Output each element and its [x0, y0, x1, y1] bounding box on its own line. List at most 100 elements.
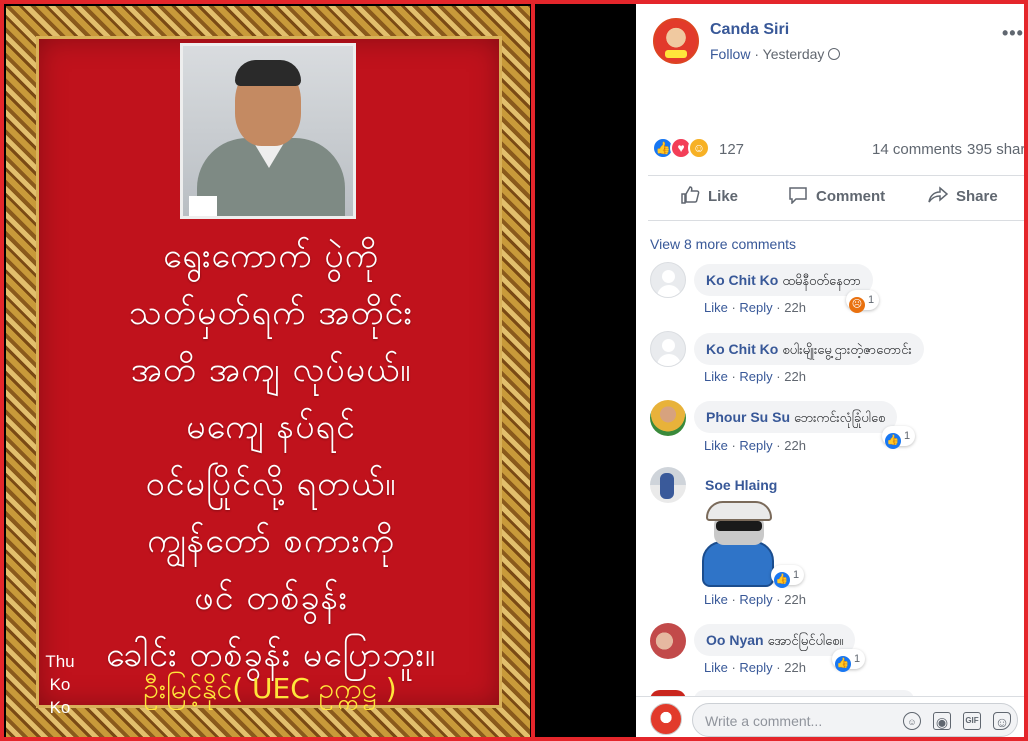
comment-reaction-badge[interactable]: 👍 1	[771, 565, 805, 588]
comment-time[interactable]: 22h	[784, 369, 806, 384]
comment-time[interactable]: 22h	[784, 592, 806, 607]
comment-sep: ·	[772, 660, 785, 675]
comment-like-link[interactable]: Like	[704, 660, 728, 675]
commenter-name[interactable]: Phour Su Su	[706, 409, 790, 425]
poster-image: ရွေးကောက် ပွဲကို သတ်မှတ်ရက် အတိုင်း အတိ …	[6, 6, 530, 740]
comment-bubble: Phour Su Su ဘေးကင်းလုံခြုံပါစေ	[694, 401, 898, 433]
comment-like-link[interactable]: Like	[704, 300, 728, 315]
comment-time[interactable]: 22h	[784, 660, 806, 675]
comment-time[interactable]: 22h	[784, 438, 806, 453]
comment-reaction-badge[interactable]: 👍 1	[882, 426, 916, 449]
commenter-name[interactable]: Soe Hlaing	[705, 477, 777, 493]
comment-reaction-count: 1	[793, 569, 800, 581]
comment-actions: Like · Reply · 22h	[704, 660, 806, 675]
camera-icon[interactable]: ◉	[933, 712, 951, 730]
poem-line: ကျွန်တော် စကားကို	[147, 521, 395, 561]
comment-reaction-badge[interactable]: 👍 1	[832, 649, 866, 672]
more-icon[interactable]: •••	[1002, 23, 1024, 44]
credit-line: Thu	[45, 652, 75, 671]
composer-placeholder: Write a comment...	[705, 713, 823, 729]
comment-actions: Like · Reply · 22h	[704, 300, 806, 315]
comment-reaction-count: 1	[904, 430, 911, 442]
write-comment-input[interactable]: Write a comment... ☺ ◉ GIF ☺	[692, 703, 1018, 737]
comment-reply-link[interactable]: Reply	[739, 300, 772, 315]
meta-separator: ·	[750, 46, 763, 62]
poem-line: ဝင်မပြိုင်လို့ ရတယ်။	[145, 464, 397, 504]
comment-bubble: Ko Chit Ko စပါးမျိုးမွေ့ဌားတဲ့ဇာတောင်း	[694, 333, 924, 365]
comment-time[interactable]: 22h	[784, 300, 806, 315]
sticker-image[interactable]	[696, 501, 778, 587]
commenter-avatar[interactable]	[650, 331, 686, 367]
comment-sep: ·	[727, 660, 740, 675]
comment-like-link[interactable]: Like	[704, 438, 728, 453]
comments-count[interactable]: 14 comments	[872, 141, 962, 158]
comment-actions: Like · Reply · 22h	[704, 592, 806, 607]
comment-button[interactable]: Comment	[788, 186, 885, 205]
sticker-jacket	[702, 541, 774, 587]
comment-reply-link[interactable]: Reply	[739, 369, 772, 384]
thumbs-up-icon	[681, 186, 700, 204]
comments-section: View 8 more comments Ko Chit Ko ထမိနီဝတ်န…	[636, 222, 1024, 700]
post-actions: Like Comment Share	[648, 175, 1024, 221]
shares-count[interactable]: 395 shares	[967, 141, 1024, 158]
like-reaction-icon: 👍	[885, 433, 901, 449]
commenter-avatar[interactable]	[650, 400, 686, 436]
my-avatar	[650, 703, 682, 735]
comment-like-link[interactable]: Like	[704, 369, 728, 384]
comment-bubble: Ko Chit Ko ထမိနီဝတ်နေတာ	[694, 264, 873, 296]
credit-line: Ko	[49, 698, 71, 717]
follow-link[interactable]: Follow	[710, 46, 750, 62]
comment-text: စပါးမျိုးမွေ့ဌားတဲ့ဇာတောင်း	[782, 343, 912, 358]
comment-label: Comment	[816, 188, 886, 205]
page-avatar[interactable]	[653, 18, 699, 64]
angry-reaction-icon: ☹	[849, 297, 865, 313]
comment-actions: Like · Reply · 22h	[704, 369, 806, 384]
commenter-avatar[interactable]	[650, 467, 686, 503]
commenter-name[interactable]: Ko Chit Ko	[706, 272, 778, 288]
credit-line: Ko	[49, 675, 71, 694]
reactions-summary[interactable]: 👍 ♥ ☺ 127 14 comments 395 shares	[652, 137, 1024, 161]
poem-line: အတိ အကျ လုပ်မယ်။	[130, 350, 412, 390]
commenter-name[interactable]: Ko Chit Ko	[706, 341, 778, 357]
poem-line: ရွေးကောက် ပွဲကို	[163, 236, 379, 276]
poster-signature: ဦးမြင့်နိုင်( UEC ဥက္ကဋ္ဌ )	[143, 672, 397, 705]
poem-line: ဖင် တစ်ခွန်း	[194, 578, 348, 618]
share-label: Share	[956, 188, 998, 205]
sticker-sunglasses	[716, 521, 762, 531]
comment-like-link[interactable]: Like	[704, 592, 728, 607]
poster-credit: Thu Ko Ko	[40, 650, 80, 719]
view-more-comments-link[interactable]: View 8 more comments	[650, 236, 796, 252]
comment-reply-link[interactable]: Reply	[739, 660, 772, 675]
comment-reaction-count: 1	[854, 653, 861, 665]
emoji-icon[interactable]: ☺	[903, 712, 921, 730]
poster-poem: ရွေးကောက် ပွဲကို သတ်မှတ်ရက် အတိုင်း အတိ …	[66, 228, 476, 684]
commenter-avatar[interactable]	[650, 262, 686, 298]
commenter-name[interactable]: Oo Nyan	[706, 632, 764, 648]
post-header: Canda Siri Follow · Yesterday •••	[636, 4, 1024, 124]
comment-bubble: Oo Nyan အောင်မြင်ပါစေ။	[694, 624, 856, 656]
commenter-avatar[interactable]	[650, 623, 686, 659]
comment-sep: ·	[772, 369, 785, 384]
gif-icon[interactable]: GIF	[963, 712, 981, 730]
reaction-count[interactable]: 127	[719, 141, 744, 158]
comment-sep: ·	[772, 300, 785, 315]
author-name[interactable]: Canda Siri	[710, 21, 789, 39]
share-button[interactable]: Share	[928, 186, 998, 205]
like-button[interactable]: Like	[680, 186, 738, 205]
poem-line: သတ်မှတ်ရက် အတိုင်း	[129, 293, 413, 333]
post-time[interactable]: Yesterday	[763, 46, 825, 62]
comment-reaction-badge[interactable]: ☹ 1	[846, 290, 880, 313]
share-icon	[928, 186, 948, 203]
post-side-panel: Canda Siri Follow · Yesterday ••• 👍 ♥ ☺ …	[636, 4, 1024, 737]
sticker-icon[interactable]: ☺	[993, 712, 1011, 730]
post-photo[interactable]: ရွေးကောက် ပွဲကို သတ်မှတ်ရက် အတိုင်း အတိ …	[4, 4, 531, 740]
comment-sep: ·	[772, 592, 785, 607]
comment-text: အောင်မြင်ပါစေ။	[767, 634, 844, 649]
comment-reply-link[interactable]: Reply	[739, 438, 772, 453]
care-reaction-icon: ☺	[688, 137, 710, 159]
post-meta: Follow · Yesterday	[710, 46, 841, 62]
comment-actions: Like · Reply · 22h	[704, 438, 806, 453]
portrait-nameplate	[189, 196, 217, 216]
comment-reply-link[interactable]: Reply	[739, 592, 772, 607]
comment-sep: ·	[772, 438, 785, 453]
